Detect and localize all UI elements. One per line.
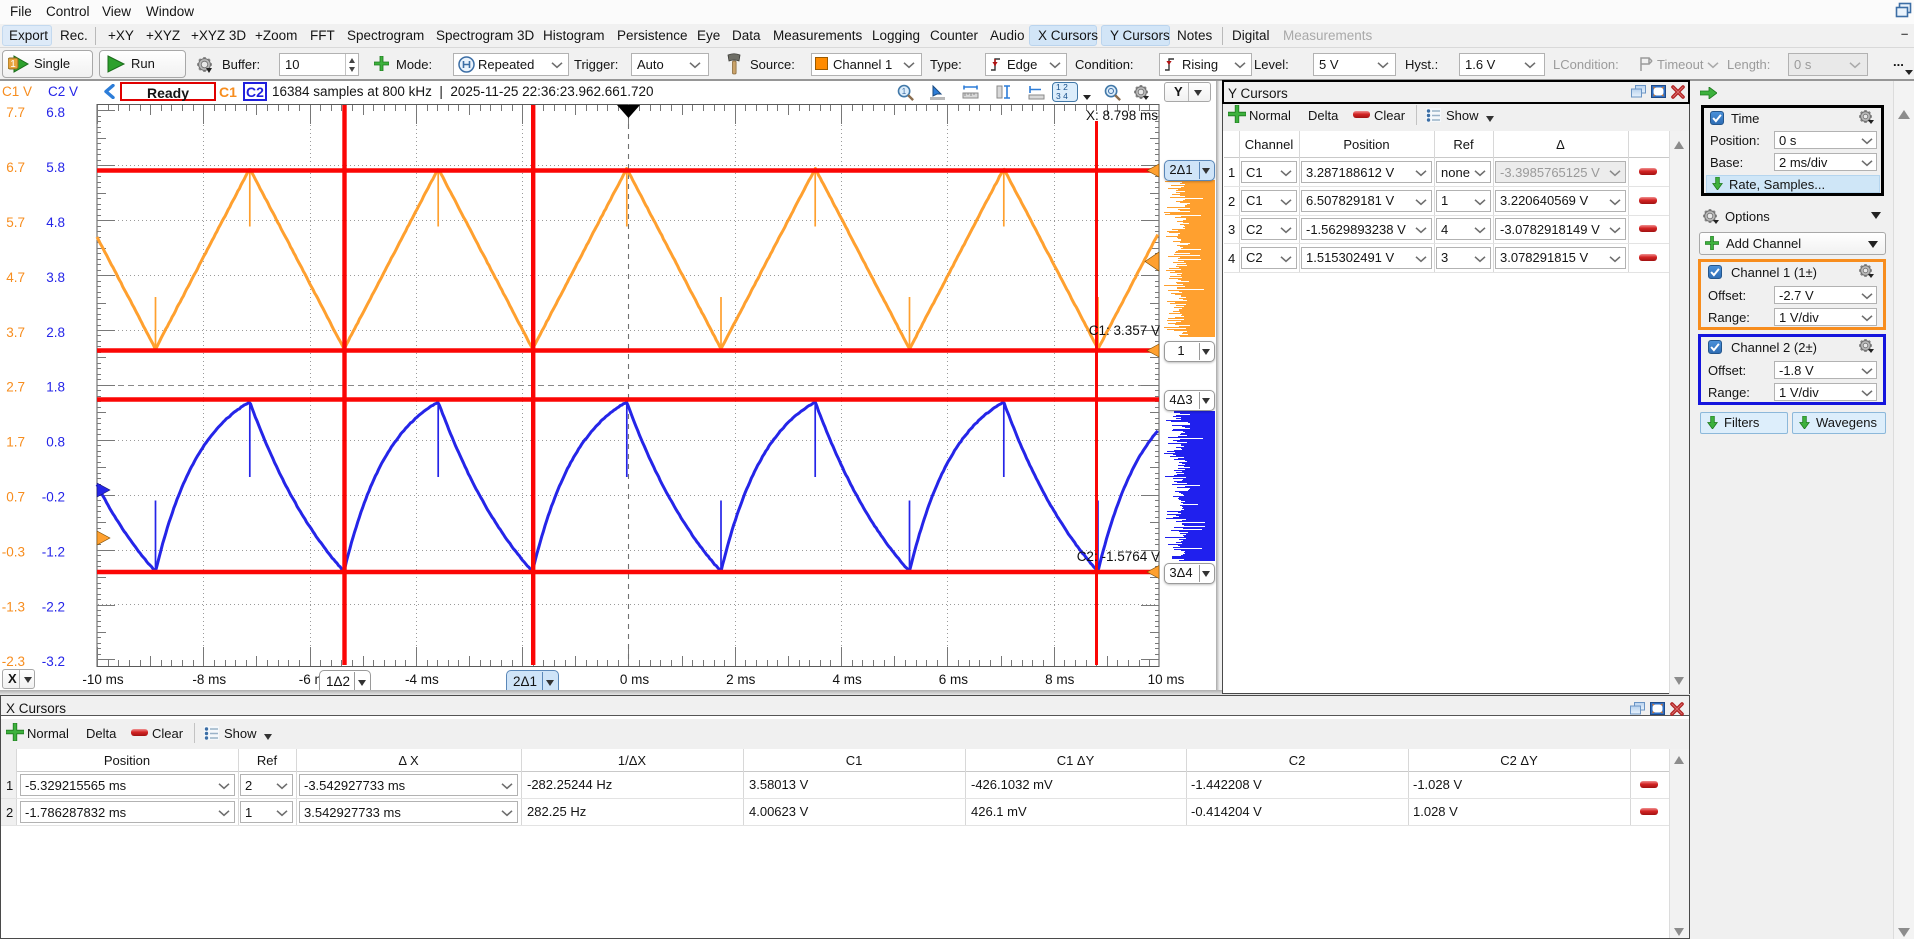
svg-text:6.8: 6.8 — [46, 105, 65, 120]
svg-text:1.7: 1.7 — [6, 435, 25, 450]
svg-text:4 ms: 4 ms — [832, 672, 862, 687]
svg-text:-1.2: -1.2 — [42, 544, 65, 559]
svg-text:2.8: 2.8 — [46, 325, 65, 340]
svg-text:2.7: 2.7 — [6, 380, 25, 395]
svg-text:1: 1 — [902, 87, 907, 96]
svg-text:8 ms: 8 ms — [1045, 672, 1075, 687]
svg-text:-4 ms: -4 ms — [405, 672, 439, 687]
svg-text:1.8: 1.8 — [46, 380, 65, 395]
svg-text:7.7: 7.7 — [6, 105, 25, 120]
svg-text:C2: -1.5764 V: C2: -1.5764 V — [1077, 549, 1160, 564]
svg-text:0.7: 0.7 — [6, 489, 25, 504]
svg-text:3.7: 3.7 — [6, 325, 25, 340]
svg-text:10 ms: 10 ms — [1148, 672, 1185, 687]
svg-text:C1: 3.357 V: C1: 3.357 V — [1089, 323, 1160, 338]
svg-text:X: 8.798 ms: X: 8.798 ms — [1086, 108, 1158, 123]
svg-text:-2.2: -2.2 — [42, 599, 65, 614]
svg-text:-3.2: -3.2 — [42, 654, 65, 669]
svg-text:-10 ms: -10 ms — [82, 672, 124, 687]
svg-text:2 ms: 2 ms — [726, 672, 756, 687]
svg-text:-1.3: -1.3 — [2, 599, 25, 614]
svg-text:-2.3: -2.3 — [2, 654, 25, 669]
svg-text:0 ms: 0 ms — [620, 672, 650, 687]
svg-text:-0.3: -0.3 — [2, 544, 25, 559]
svg-text:5.7: 5.7 — [6, 215, 25, 230]
svg-text:6.7: 6.7 — [6, 160, 25, 175]
svg-text:-8 ms: -8 ms — [192, 672, 226, 687]
svg-text:4.7: 4.7 — [6, 270, 25, 285]
svg-text:3.8: 3.8 — [46, 270, 65, 285]
svg-text:5.8: 5.8 — [46, 160, 65, 175]
svg-text:4.8: 4.8 — [46, 215, 65, 230]
svg-text:-0.2: -0.2 — [42, 489, 65, 504]
svg-text:1: 1 — [10, 59, 16, 70]
svg-text:0.8: 0.8 — [46, 435, 65, 450]
svg-text:6 ms: 6 ms — [939, 672, 969, 687]
